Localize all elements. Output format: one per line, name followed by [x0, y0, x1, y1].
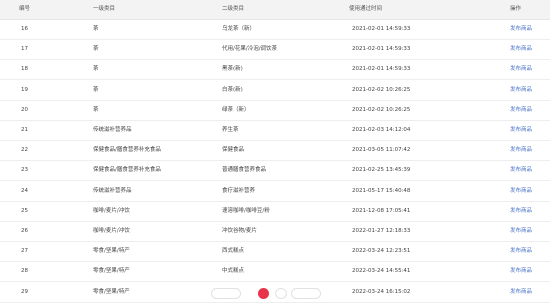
row-category2: 食疗滋补营养	[222, 187, 256, 194]
row-id: 18	[21, 66, 28, 73]
row-approved-time: 2021-05-17 15:40:48	[352, 187, 411, 194]
row-id: 19	[21, 86, 28, 93]
row-category1: 茶	[93, 26, 99, 32]
pagination	[203, 288, 335, 300]
table-row: 27 零食/坚果/特产 西式糕点 2022-03-24 12:23:51 发布商品	[0, 242, 550, 263]
row-approved-time: 2022-03-24 16:15:02	[352, 288, 411, 295]
row-category1: 零食/坚果/特产	[93, 268, 130, 275]
table-row: 16 茶 乌龙茶（新） 2021-02-01 14:59:33 发布商品	[0, 20, 550, 40]
row-category1: 咖啡/麦片/冲饮	[93, 228, 130, 234]
row-category2: 冲饮谷物/麦片	[222, 228, 257, 234]
next-page-button[interactable]	[275, 288, 287, 299]
publish-product-link[interactable]: 发布商品	[510, 262, 532, 281]
row-approved-time: 2021-02-03 14:12:04	[352, 127, 411, 133]
row-category1: 保健食品/膳食营养补充食品	[93, 147, 161, 154]
publish-product-link[interactable]: 发布商品	[510, 121, 532, 140]
row-approved-time: 2021-02-01 14:59:33	[352, 46, 411, 53]
row-category1: 茶	[93, 106, 99, 113]
row-category1: 零食/坚果/特产	[93, 248, 130, 255]
publish-product-link[interactable]: 发布商品	[510, 222, 532, 241]
header-approved-time: 使用通过时间	[349, 6, 383, 12]
row-category2: 普通膳食营养食品	[222, 167, 267, 174]
page-jump-button[interactable]	[291, 288, 321, 299]
header-category1: 一级类目	[93, 6, 116, 12]
row-approved-time: 2021-02-01 14:59:33	[352, 66, 411, 73]
row-category2: 养生茶	[222, 127, 239, 133]
table-row: 23 保健食品/膳食营养补充食品 普通膳食营养食品 2021-02-25 13:45:…	[0, 161, 550, 182]
publish-product-link[interactable]: 发布商品	[510, 182, 532, 201]
table-row: 19 茶 白茶(新) 2021-02-02 10:26:25 发布商品	[0, 81, 550, 101]
table-row: 26 咖啡/麦片/冲饮 冲饮谷物/麦片 2022-01-27 12:18:33 发布商品	[0, 222, 550, 242]
publish-product-link[interactable]: 发布商品	[510, 20, 532, 39]
table-row: 25 咖啡/麦片/冲饮 速溶咖啡/咖啡豆/粉 2021-12-08 17:05:41 发…	[0, 202, 550, 222]
row-approved-time: 2021-02-02 10:26:25	[352, 106, 411, 113]
row-id: 26	[21, 228, 28, 234]
row-approved-time: 2021-02-01 14:59:33	[352, 26, 411, 32]
header-operation: 操作	[510, 6, 522, 12]
row-id: 22	[21, 147, 28, 154]
header-id: 编号	[19, 6, 31, 12]
prev-page-button[interactable]	[211, 288, 241, 299]
publish-product-link[interactable]: 发布商品	[510, 81, 532, 100]
row-approved-time: 2022-03-24 14:55:41	[352, 268, 411, 275]
row-category2: 保健食品	[222, 147, 245, 154]
row-category2: 乌龙茶（新）	[222, 26, 256, 32]
publish-product-link[interactable]: 发布商品	[510, 283, 532, 302]
row-approved-time: 2021-02-02 10:26:25	[352, 86, 411, 93]
table-row: 28 零食/坚果/特产 中式糕点 2022-03-24 14:55:41 发布商品	[0, 262, 550, 283]
row-approved-time: 2022-03-24 12:23:51	[352, 248, 411, 255]
publish-product-link[interactable]: 发布商品	[510, 161, 532, 180]
header-category2: 二级类目	[222, 6, 245, 12]
table-row: 20 茶 绿茶（新） 2021-02-02 10:26:25 发布商品	[0, 101, 550, 121]
row-id: 16	[21, 26, 28, 32]
row-approved-time: 2021-03-05 11:07:42	[352, 147, 411, 154]
row-category2: 白茶(新)	[222, 86, 243, 93]
row-id: 17	[21, 46, 28, 53]
table-row: 18 茶 黑茶(新) 2021-02-01 14:59:33 发布商品	[0, 60, 550, 81]
row-category2: 速溶咖啡/咖啡豆/粉	[222, 207, 270, 214]
row-category2: 绿茶（新）	[222, 106, 250, 113]
row-category2: 西式糕点	[222, 248, 245, 255]
row-category1: 保健食品/膳食营养补充食品	[93, 167, 161, 174]
publish-product-link[interactable]: 发布商品	[510, 60, 532, 79]
row-category2: 中式糕点	[222, 268, 245, 275]
row-id: 25	[21, 207, 28, 214]
row-id: 24	[21, 187, 28, 194]
row-category1: 零食/坚果/特产	[93, 288, 130, 295]
row-id: 28	[21, 268, 28, 275]
row-approved-time: 2021-12-08 17:05:41	[352, 207, 411, 214]
publish-product-link[interactable]: 发布商品	[510, 242, 532, 261]
publish-product-link[interactable]: 发布商品	[510, 40, 532, 59]
row-id: 23	[21, 167, 28, 174]
publish-product-link[interactable]: 发布商品	[510, 101, 532, 120]
table-row: 22 保健食品/膳食营养补充食品 保健食品 2021-03-05 11:07:42 发布…	[0, 141, 550, 162]
row-category1: 传统滋补营养品	[93, 187, 132, 194]
row-approved-time: 2022-01-27 12:18:33	[352, 228, 411, 234]
row-id: 20	[21, 106, 28, 113]
table-header: 编号 一级类目 二级类目 使用通过时间 操作	[0, 0, 550, 20]
row-category1: 茶	[93, 86, 99, 93]
row-category1: 咖啡/麦片/冲饮	[93, 207, 130, 214]
row-category2: 黑茶(新)	[222, 66, 243, 73]
row-category1: 茶	[93, 46, 99, 53]
publish-product-link[interactable]: 发布商品	[510, 202, 532, 221]
row-id: 27	[21, 248, 28, 255]
table-row: 21 传统滋补营养品 养生茶 2021-02-03 14:12:04 发布商品	[0, 121, 550, 141]
publish-product-link[interactable]: 发布商品	[510, 141, 532, 160]
row-id: 21	[21, 127, 28, 133]
row-category1: 茶	[93, 66, 99, 73]
row-approved-time: 2021-02-25 13:45:39	[352, 167, 411, 174]
table-row: 17 茶 代用/花果/冷泡/调饮茶 2021-02-01 14:59:33 发布商品	[0, 40, 550, 61]
table-row: 24 传统滋补营养品 食疗滋补营养 2021-05-17 15:40:48 发布商品	[0, 182, 550, 202]
row-category1: 传统滋补营养品	[93, 127, 132, 133]
row-id: 29	[21, 288, 28, 295]
row-category2: 代用/花果/冷泡/调饮茶	[222, 46, 278, 53]
current-page-button[interactable]	[258, 288, 269, 299]
